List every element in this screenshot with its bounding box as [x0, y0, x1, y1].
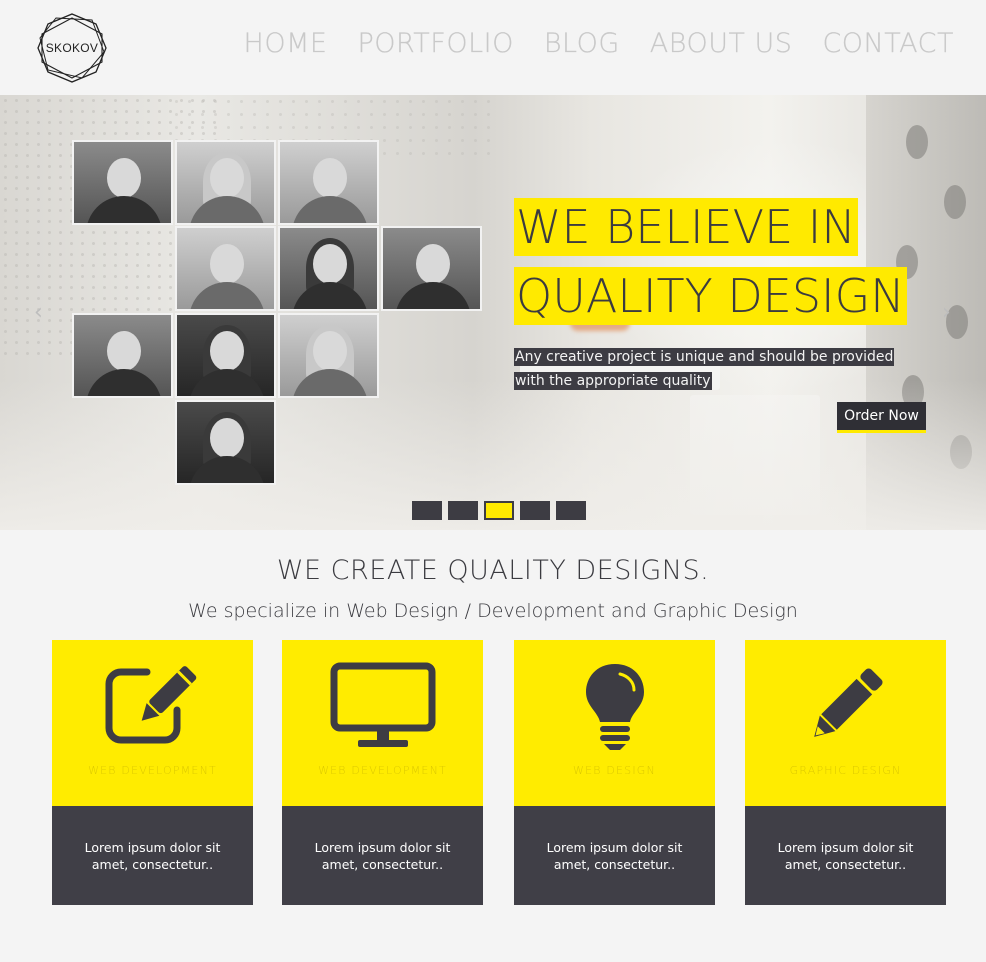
- lightbulb-icon: [585, 664, 644, 750]
- section-subtitle: We specialize in Web Design / Developmen…: [188, 600, 798, 622]
- service-card-text: Lorem ipsum dolor sit amet, consectetur.…: [514, 806, 715, 905]
- service-card-text: Lorem ipsum dolor sit amet, consectetur.…: [52, 806, 253, 905]
- edit-icon: [105, 666, 196, 744]
- team-photo: [175, 226, 276, 311]
- team-photo: [175, 400, 276, 485]
- service-card-header: WEB DEVELOPMENT: [282, 640, 483, 806]
- slider-dot[interactable]: [556, 501, 586, 520]
- main-nav: HOME PORTFOLIO BLOG ABOUT US CONTACT: [243, 28, 954, 59]
- slider-pagination: [412, 501, 586, 520]
- nav-contact[interactable]: CONTACT: [822, 28, 954, 59]
- service-card-label: WEB DEVELOPMENT: [318, 764, 447, 777]
- order-now-button[interactable]: Order Now: [837, 402, 926, 433]
- slider-dot[interactable]: [520, 501, 550, 520]
- logo[interactable]: SKOKOV: [36, 12, 108, 84]
- slider-prev-arrow-icon[interactable]: ‹: [34, 300, 43, 325]
- slider-dot[interactable]: [412, 501, 442, 520]
- team-photo: [72, 313, 173, 398]
- service-card-header: GRAPHIC DESIGN: [745, 640, 946, 806]
- slider-next-arrow-icon[interactable]: ›: [942, 300, 951, 325]
- hero-title-line1: WE BELIEVE IN: [514, 198, 858, 256]
- slider-dot[interactable]: [448, 501, 478, 520]
- team-photo: [381, 226, 482, 311]
- site-header: SKOKOV HOME PORTFOLIO BLOG ABOUT US CONT…: [0, 0, 986, 95]
- service-card-label: WEB DEVELOPMENT: [88, 764, 217, 777]
- hero-subtitle-line2: with the appropriate quality: [514, 372, 712, 390]
- service-card-text: Lorem ipsum dolor sit amet, consectetur.…: [282, 806, 483, 905]
- nav-blog[interactable]: BLOG: [544, 28, 620, 59]
- pencil-icon: [813, 668, 883, 737]
- service-card-text: Lorem ipsum dolor sit amet, consectetur.…: [745, 806, 946, 905]
- team-photo: [175, 140, 276, 225]
- service-card-label: GRAPHIC DESIGN: [789, 764, 902, 777]
- team-photo: [72, 140, 173, 225]
- team-photo: [278, 140, 379, 225]
- monitor-icon: [330, 662, 435, 747]
- service-card[interactable]: WEB DEVELOPMENT Lorem ipsum dolor sit am…: [282, 640, 483, 905]
- hero-title-line2: QUALITY DESIGN: [514, 267, 907, 325]
- logo-text: SKOKOV: [45, 41, 99, 55]
- service-card-label: WEB DESIGN: [573, 764, 656, 777]
- service-card-header: WEB DEVELOPMENT: [52, 640, 253, 806]
- section-title: WE CREATE QUALITY DESIGNS.: [276, 555, 710, 586]
- service-card[interactable]: WEB DEVELOPMENT Lorem ipsum dolor sit am…: [52, 640, 253, 905]
- team-photo: [175, 313, 276, 398]
- nav-about-us[interactable]: ABOUT US: [650, 28, 793, 59]
- team-photo: [278, 313, 379, 398]
- nav-home[interactable]: HOME: [243, 28, 328, 59]
- service-card[interactable]: WEB DESIGN Lorem ipsum dolor sit amet, c…: [514, 640, 715, 905]
- service-card[interactable]: GRAPHIC DESIGN Lorem ipsum dolor sit ame…: [745, 640, 946, 905]
- service-card-header: WEB DESIGN: [514, 640, 715, 806]
- hero-subtitle-line1: Any creative project is unique and shoul…: [514, 348, 895, 366]
- hero-slider: ‹ › WE BELIEVE IN QUALITY DESIGN Any cre…: [0, 95, 986, 530]
- team-photo: [278, 226, 379, 311]
- slider-dot-active[interactable]: [484, 501, 514, 520]
- nav-portfolio[interactable]: PORTFOLIO: [357, 28, 513, 59]
